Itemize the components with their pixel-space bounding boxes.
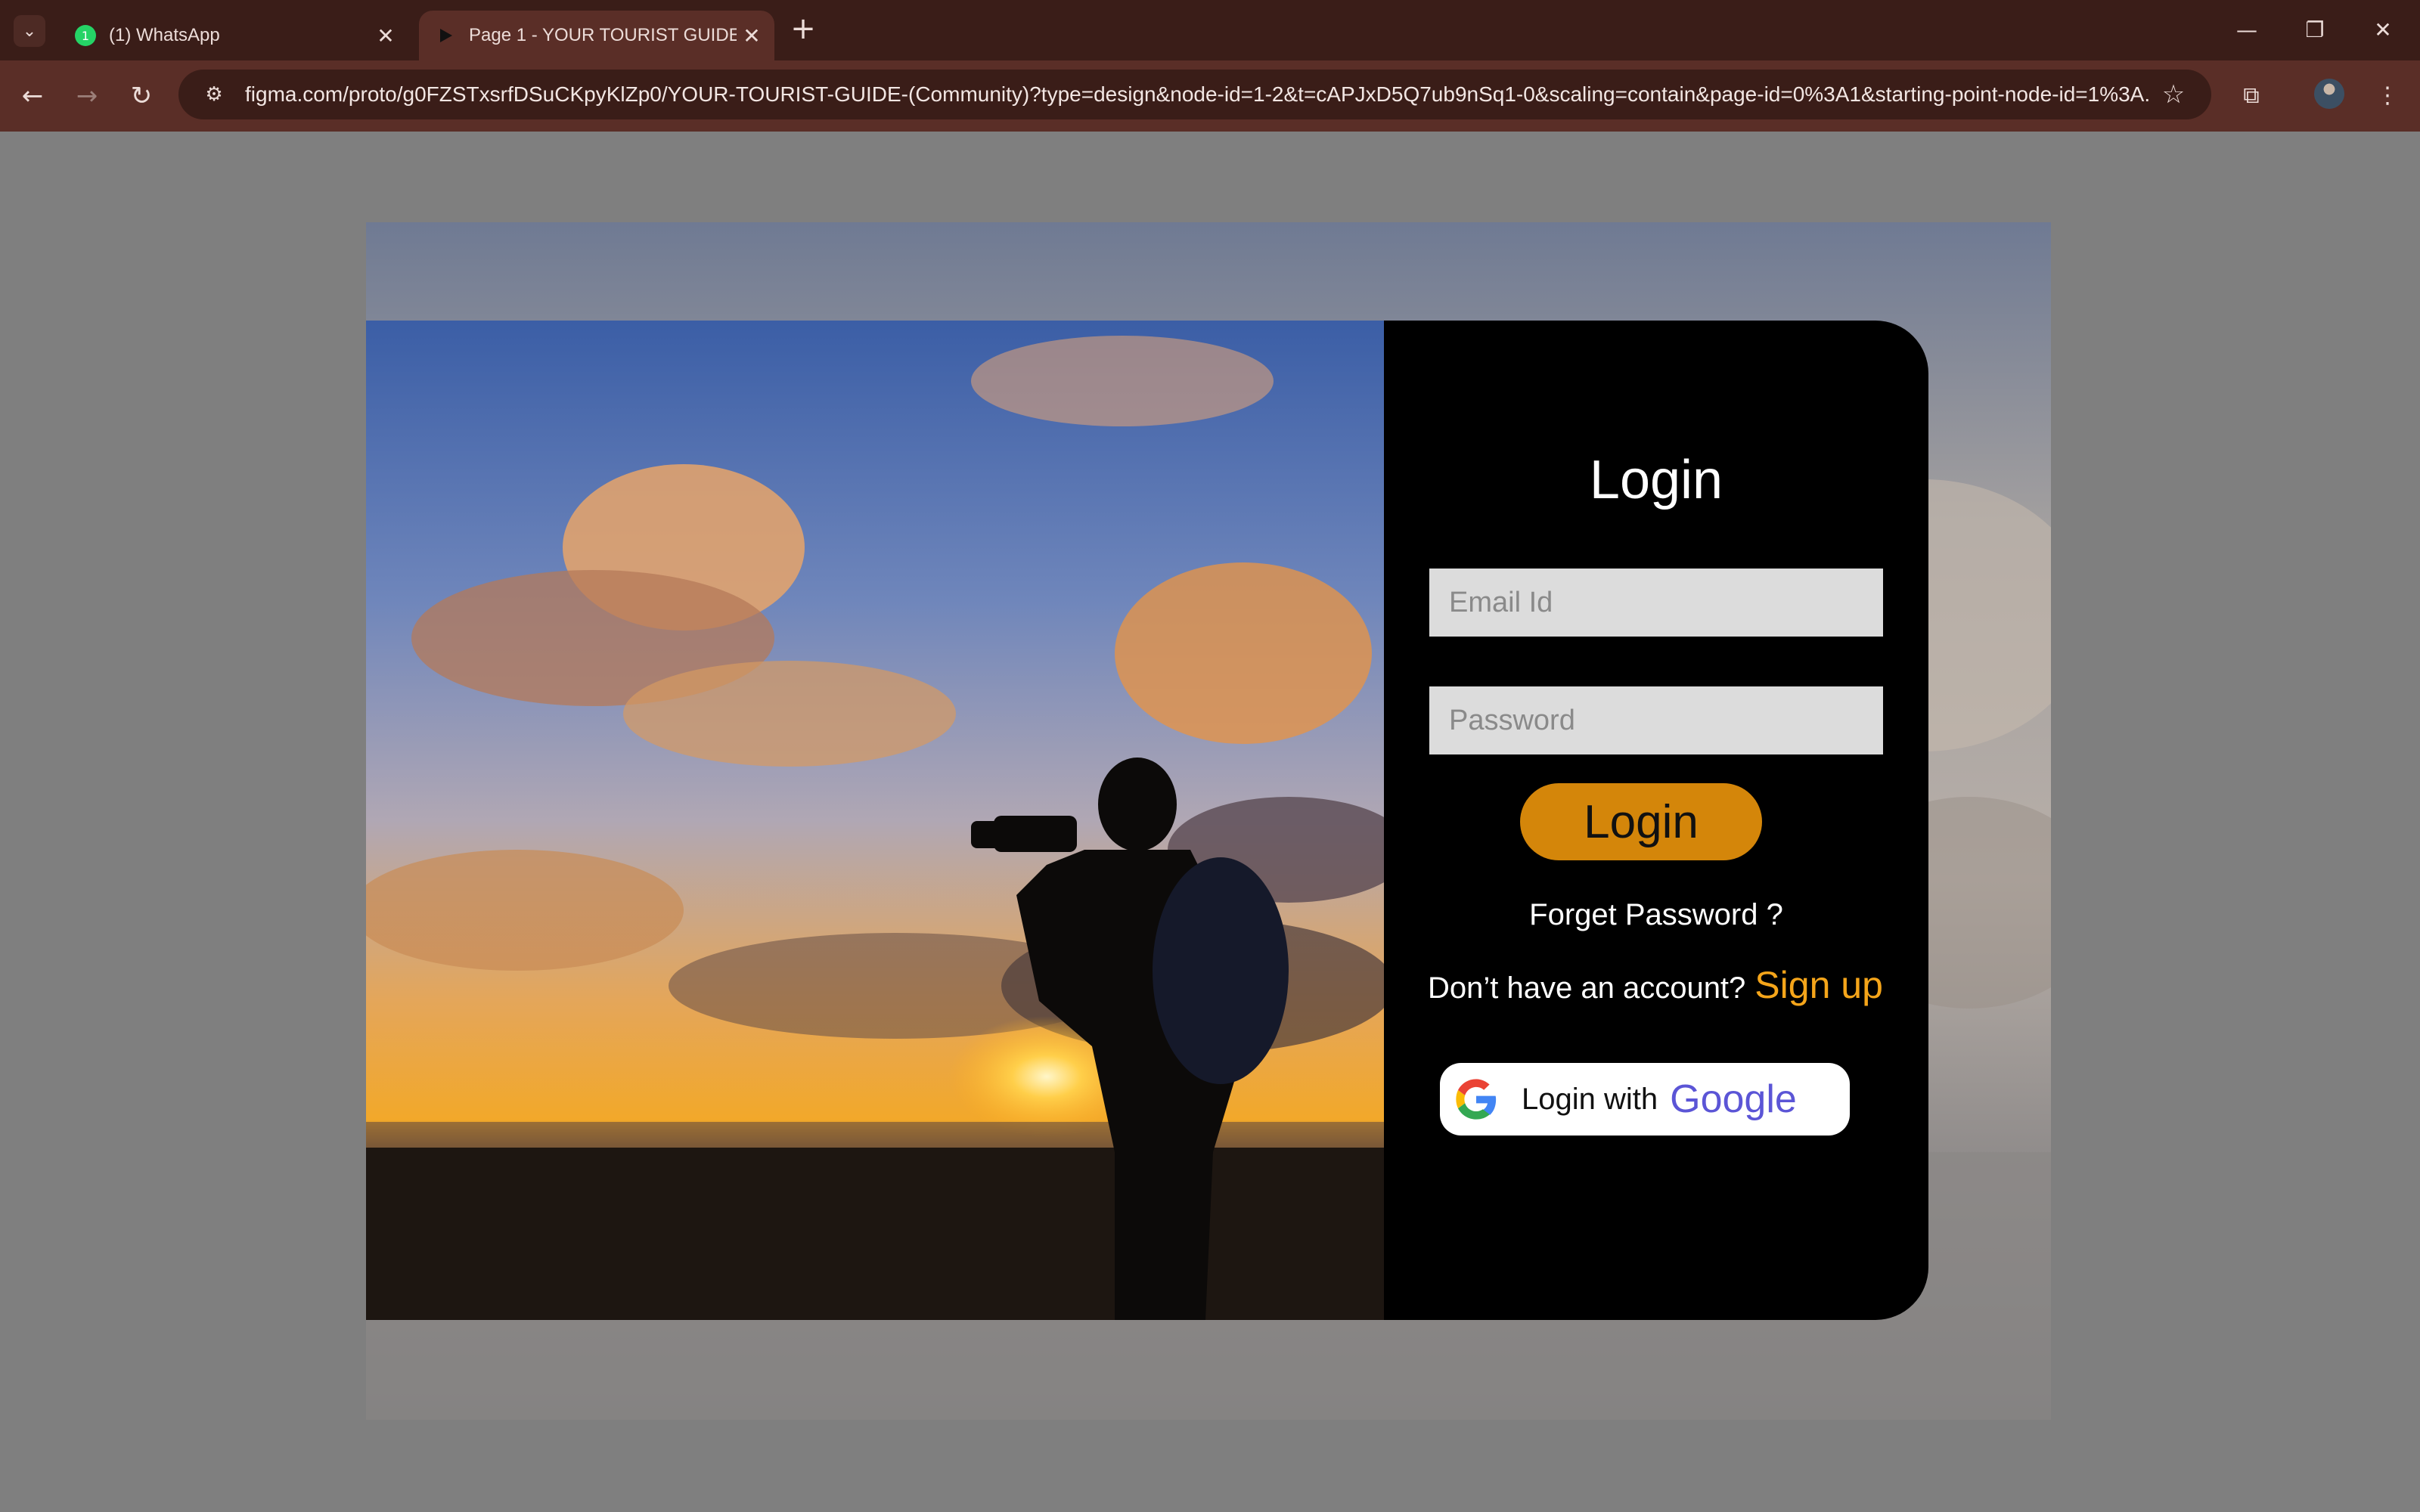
password-field[interactable]	[1429, 686, 1883, 754]
tab-title: (1) WhatsApp	[109, 25, 220, 45]
login-panel: Login Login Forget Password ? Don’t have…	[1384, 321, 1928, 1320]
close-window-button[interactable]: ✕	[2349, 11, 2417, 50]
tab-figma[interactable]: Page 1 - YOUR TOURIST GUIDE ✕	[419, 11, 774, 60]
sunset-photographer-image	[366, 321, 1384, 1320]
avatar[interactable]	[2314, 79, 2344, 109]
tab-search-button[interactable]: ⌄	[14, 15, 45, 47]
figma-play-icon	[440, 29, 452, 42]
reload-icon[interactable]: ↻	[123, 77, 160, 115]
site-settings-icon[interactable]: ⚙	[194, 83, 234, 106]
back-icon[interactable]: ←	[14, 77, 51, 115]
bookmark-star-icon[interactable]: ☆	[2151, 79, 2196, 110]
close-icon[interactable]: ✕	[371, 23, 401, 48]
google-logo-icon	[1456, 1079, 1497, 1120]
menu-kebab-icon[interactable]: ⋮	[2369, 77, 2406, 115]
whatsapp-icon: 1	[75, 25, 96, 46]
signup-row: Don’t have an account? Sign up	[1428, 963, 1912, 1007]
close-icon[interactable]: ✕	[737, 23, 767, 48]
url-text[interactable]: figma.com/proto/g0FZSTxsrfDSuCKpyKlZp0/Y…	[245, 82, 2151, 107]
email-field[interactable]	[1429, 569, 1883, 637]
login-button[interactable]: Login	[1520, 783, 1762, 860]
new-tab-button[interactable]: +	[786, 14, 820, 47]
tab-title: Page 1 - YOUR TOURIST GUIDE	[469, 25, 737, 45]
extensions-icon[interactable]: ⧉	[2232, 77, 2270, 115]
hero-photo	[366, 321, 1384, 1320]
google-brand-text: Google	[1670, 1077, 1797, 1121]
google-button-label: Login with	[1522, 1082, 1658, 1116]
address-bar[interactable]: ⚙ figma.com/proto/g0FZSTxsrfDSuCKpyKlZp0…	[178, 70, 2211, 119]
login-with-google-button[interactable]: Login with Google	[1440, 1063, 1850, 1136]
no-account-text: Don’t have an account?	[1428, 971, 1746, 1005]
browser-toolbar: ← → ↻ ⚙ figma.com/proto/g0FZSTxsrfDSuCKp…	[0, 60, 2420, 132]
minimize-button[interactable]: —	[2213, 11, 2281, 50]
tab-whatsapp[interactable]: 1 (1) WhatsApp ✕	[59, 11, 408, 60]
restore-button[interactable]: ❐	[2281, 11, 2349, 50]
chevron-down-icon: ⌄	[22, 21, 37, 41]
svg-text:1: 1	[82, 29, 89, 43]
login-heading: Login	[1589, 450, 1723, 510]
forward-icon[interactable]: →	[68, 77, 106, 115]
signup-link[interactable]: Sign up	[1754, 964, 1883, 1006]
forget-password-link[interactable]: Forget Password ?	[1384, 898, 1928, 932]
tab-strip: ⌄ 1 (1) WhatsApp ✕ Page 1 - YOUR TOURIST…	[0, 0, 2420, 60]
